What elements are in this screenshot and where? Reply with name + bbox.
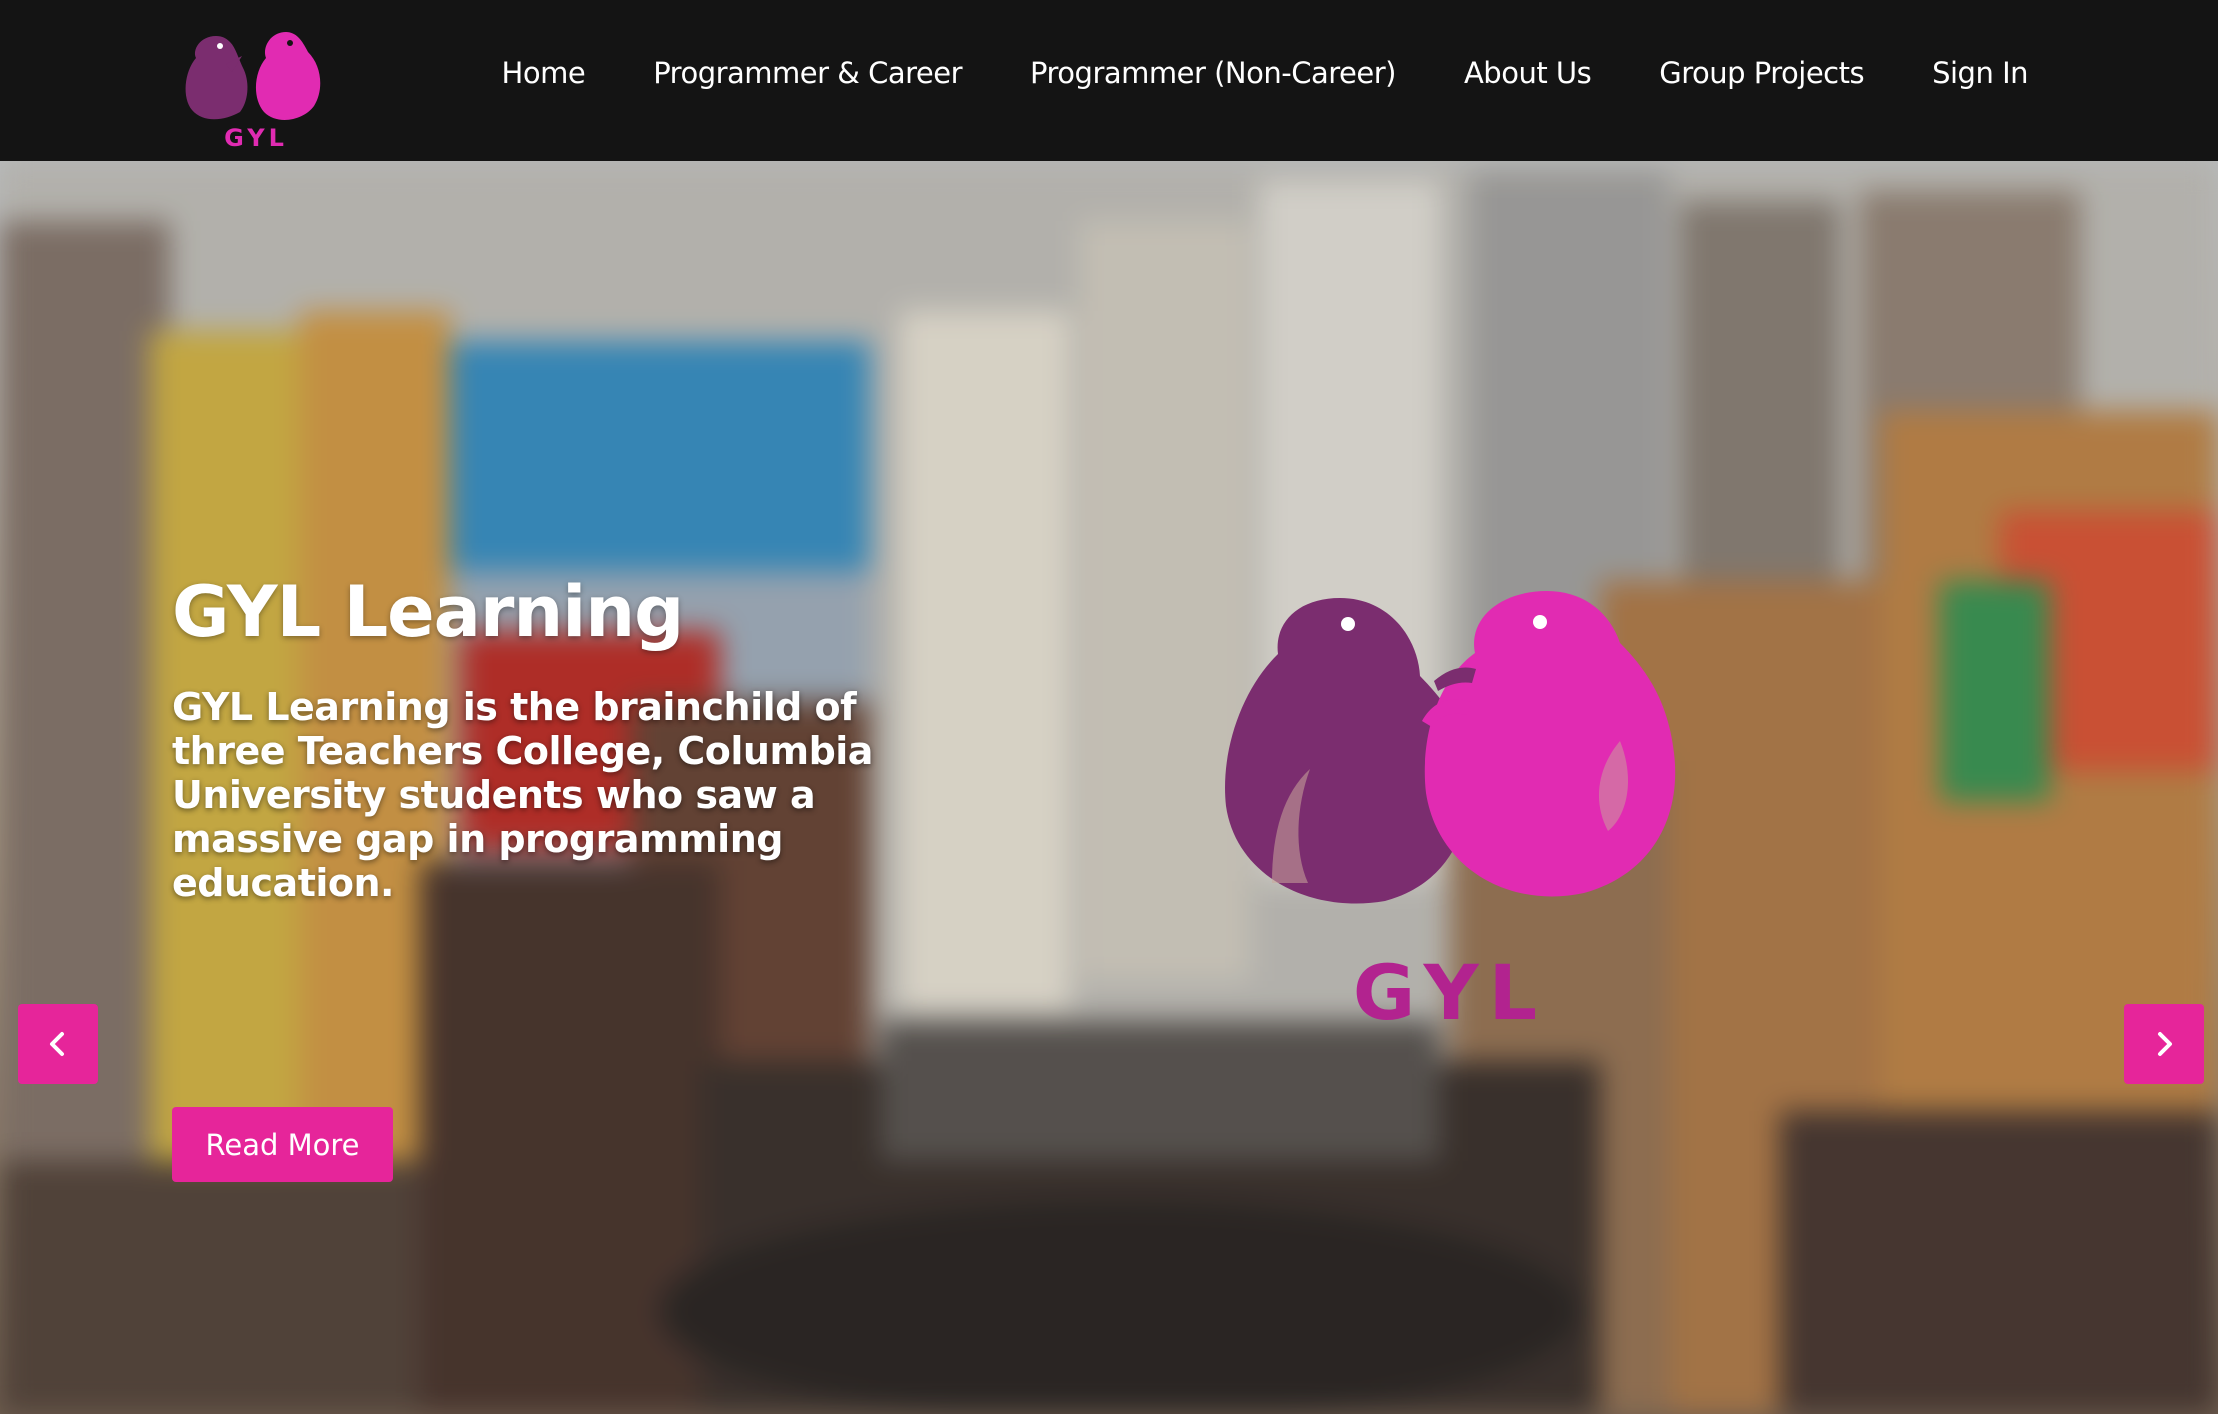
chevron-right-icon xyxy=(2158,1032,2172,1056)
brand-logo-link[interactable]: GYL xyxy=(182,28,330,152)
nav-item-sign-in: Sign In xyxy=(1932,56,2028,90)
nav-link-programmer-non-career[interactable]: Programmer (Non-Career) xyxy=(1030,56,1396,90)
gyl-penguins-logo-icon: GYL xyxy=(1225,591,1676,1037)
hero-caption: GYL Learning GYL Learning is the brainch… xyxy=(172,571,972,906)
top-navbar: GYL Home Programmer & Career Programmer … xyxy=(0,0,2218,161)
nav-link-sign-in[interactable]: Sign In xyxy=(1932,56,2028,90)
svg-text:GYL: GYL xyxy=(224,124,288,152)
hero-gyl-logo: GYL xyxy=(1190,531,1690,1101)
nav-item-about-us: About Us xyxy=(1464,56,1592,90)
nav-item-home: Home xyxy=(502,56,586,90)
nav-link-about-us[interactable]: About Us xyxy=(1464,56,1592,90)
chevron-left-icon xyxy=(50,1032,64,1056)
gyl-logo-icon: GYL xyxy=(185,32,321,152)
hero-description: GYL Learning is the brainchild of three … xyxy=(172,685,873,905)
carousel-prev-button[interactable] xyxy=(18,1004,98,1084)
nav-link-programmer-career[interactable]: Programmer & Career xyxy=(653,56,962,90)
nav-item-programmer-career: Programmer & Career xyxy=(653,56,962,90)
hero-title: GYL Learning xyxy=(172,571,684,653)
read-more-button[interactable]: Read More xyxy=(172,1107,393,1182)
nav-item-programmer-non-career: Programmer (Non-Career) xyxy=(1030,56,1396,90)
svg-text:GYL: GYL xyxy=(1353,948,1547,1037)
nav-link-home[interactable]: Home xyxy=(502,56,586,90)
nav-link-group-projects[interactable]: Group Projects xyxy=(1659,56,1864,90)
carousel-next-button[interactable] xyxy=(2124,1004,2204,1084)
nav-item-group-projects: Group Projects xyxy=(1659,56,1864,90)
main-nav: Home Programmer & Career Programmer (Non… xyxy=(434,0,2029,146)
